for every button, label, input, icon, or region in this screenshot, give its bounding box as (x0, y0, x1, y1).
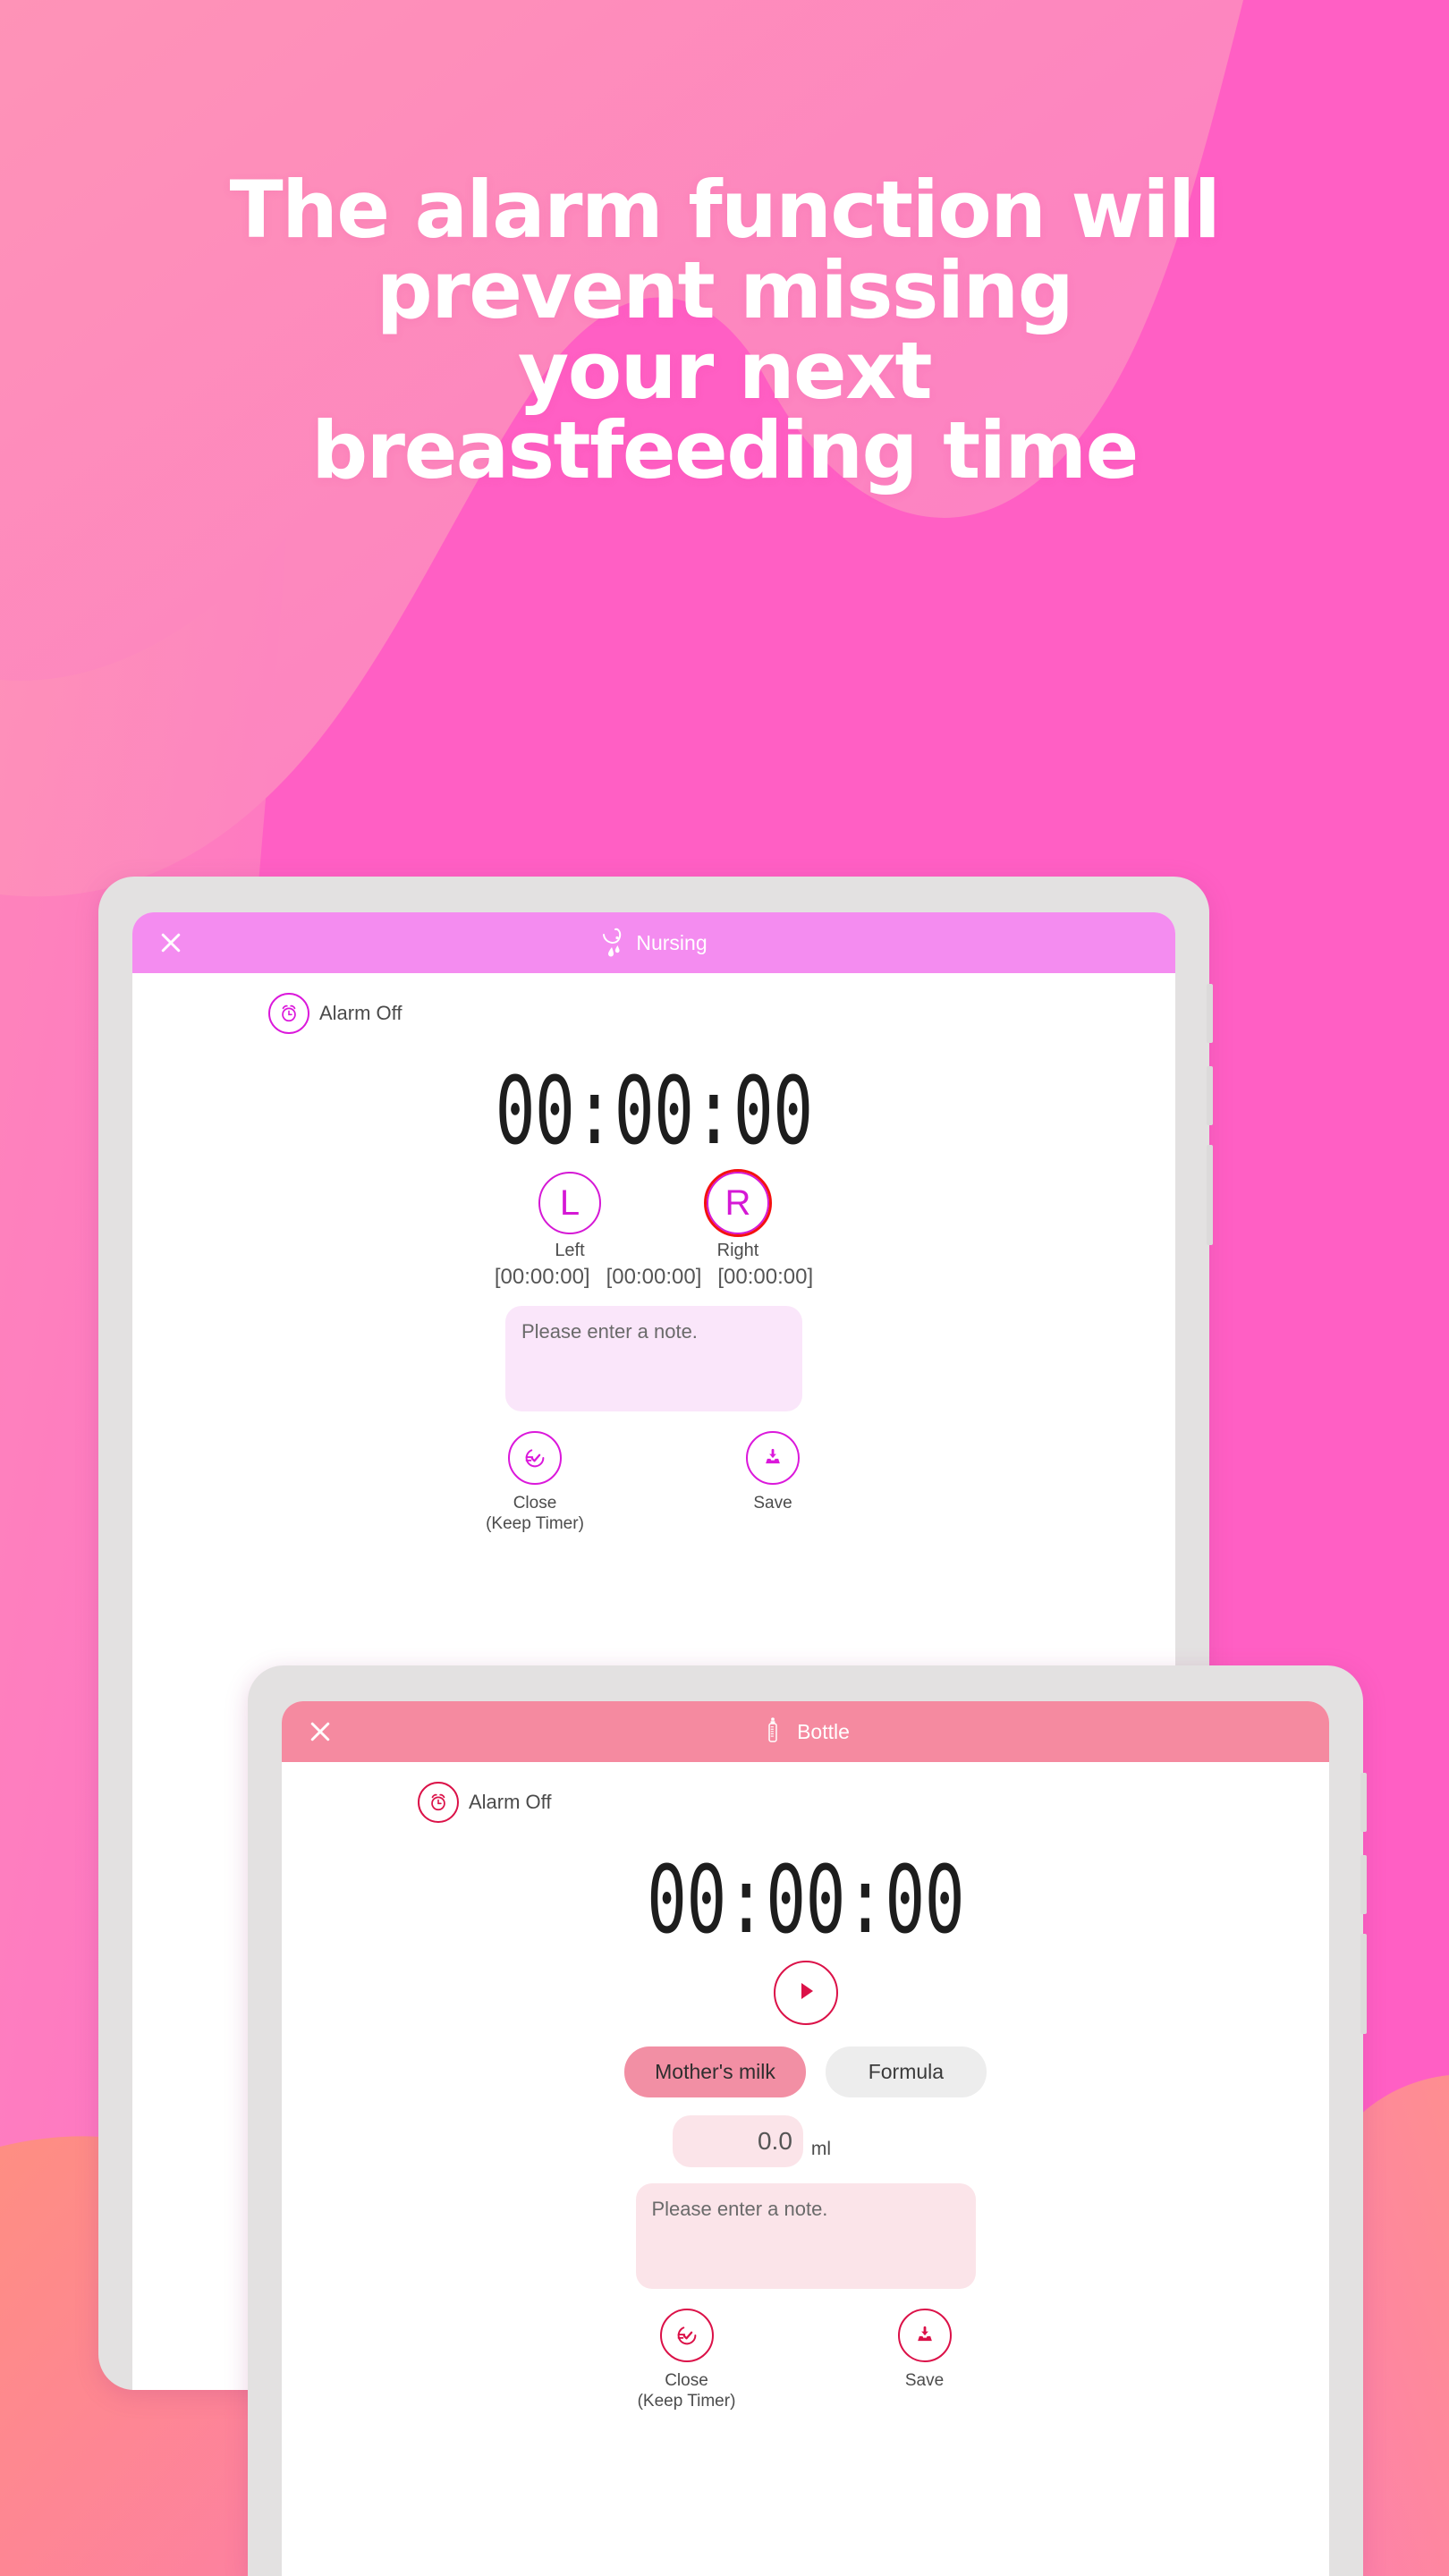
bottle-save-caption: Save (858, 2370, 992, 2391)
nursing-actions: Close (Keep Timer) Save (132, 1431, 1175, 1534)
play-icon (794, 1979, 818, 2007)
left-caption: Left (555, 1241, 585, 1260)
play-button[interactable] (773, 1961, 838, 2025)
nursing-alarm-toggle[interactable]: Alarm Off (268, 993, 1175, 1034)
nursing-title-group: Nursing (600, 926, 708, 960)
alarm-clock-icon (268, 993, 309, 1034)
nursing-topbar: Nursing (132, 912, 1175, 973)
bottle-body: Alarm Off 00:00:00 Mother's milk Formula (282, 1762, 1329, 2411)
left-time: [00:00:00] (494, 1265, 590, 1289)
save-tray-icon (897, 2309, 952, 2362)
bottle-play-wrap (282, 1961, 1329, 2025)
breast-milk-icon (600, 926, 627, 960)
bottle-actions: Close (Keep Timer) Save (282, 2309, 1329, 2411)
nursing-side-times: [00:00:00] [00:00:00] [00:00:00] (132, 1265, 1175, 1290)
bottle-screen: Bottle Alarm Off 00:00:00 Mother's milk … (282, 1701, 1329, 2576)
bottle-topbar: Bottle (282, 1701, 1329, 1762)
device1-volume-up-button[interactable] (1207, 984, 1213, 1043)
alarm-clock-icon (418, 1782, 459, 1823)
headline-line-4: breastfeeding time (311, 404, 1139, 497)
bottle-close-line1: Close (665, 2371, 708, 2390)
left-breast-button[interactable]: L (538, 1172, 601, 1234)
bottle-note-input[interactable]: Please enter a note. (635, 2183, 976, 2289)
device2-volume-up-button[interactable] (1360, 1773, 1367, 1832)
baby-bottle-icon (761, 1715, 788, 1749)
right-time: [00:00:00] (717, 1265, 814, 1289)
close-icon[interactable] (156, 928, 186, 958)
bottle-timer-wrap: 00:00:00 (282, 1853, 1329, 1946)
nursing-close-line1: Close (513, 1494, 557, 1513)
nursing-side-buttons: L Left R Right (132, 1169, 1175, 1261)
nursing-timer-wrap: 00:00:00 (132, 1064, 1175, 1157)
nursing-close-caption: Close (Keep Timer) (468, 1493, 602, 1534)
bottle-save-button[interactable]: Save (858, 2309, 992, 2411)
bottle-alarm-toggle[interactable]: Alarm Off (418, 1782, 1329, 1823)
bottle-amount-row: 0.0 ml (282, 2115, 1329, 2167)
headline-line-2: prevent missing (376, 243, 1074, 336)
clock-check-icon (508, 1431, 562, 1485)
bottle-close-caption: Close (Keep Timer) (620, 2370, 754, 2411)
nursing-note-input[interactable]: Please enter a note. (505, 1306, 802, 1411)
nursing-alarm-label: Alarm Off (319, 1002, 402, 1024)
nursing-save-line1: Save (753, 1494, 792, 1513)
right-caption: Right (716, 1241, 759, 1260)
close-icon[interactable] (305, 1716, 335, 1747)
nursing-side-right[interactable]: R Right (704, 1169, 772, 1261)
bottle-title-group: Bottle (761, 1715, 850, 1749)
bottle-close-line2: (Keep Timer) (637, 2392, 736, 2411)
amount-unit: ml (810, 2139, 832, 2159)
nursing-close-button[interactable]: Close (Keep Timer) (468, 1431, 602, 1534)
nursing-close-line2: (Keep Timer) (486, 1514, 584, 1534)
amount-input[interactable]: 0.0 (672, 2115, 803, 2167)
device-frame-bottle: Bottle Alarm Off 00:00:00 Mother's milk … (248, 1665, 1367, 2576)
device1-power-button[interactable] (1207, 1145, 1213, 1245)
nursing-timer: 00:00:00 (495, 1056, 814, 1165)
bottle-close-button[interactable]: Close (Keep Timer) (620, 2309, 754, 2411)
bottle-timer: 00:00:00 (647, 1845, 965, 1954)
bottle-alarm-label: Alarm Off (469, 1791, 552, 1813)
nursing-save-caption: Save (706, 1493, 840, 1513)
device2-volume-down-button[interactable] (1360, 1855, 1367, 1914)
headline-line-1: The alarm function will (229, 164, 1221, 256)
device2-power-button[interactable] (1360, 1934, 1367, 2034)
clock-check-icon (659, 2309, 714, 2362)
total-time: [00:00:00] (606, 1265, 702, 1289)
headline-line-3: your next (517, 324, 933, 417)
bottle-title-text: Bottle (797, 1719, 850, 1743)
nursing-save-button[interactable]: Save (706, 1431, 840, 1534)
milk-type-formula[interactable]: Formula (825, 2046, 987, 2097)
nursing-body: Alarm Off 00:00:00 L Left R Right [00:00… (132, 973, 1175, 1534)
bottle-milk-type-group: Mother's milk Formula (282, 2046, 1329, 2097)
milk-type-mothers-milk[interactable]: Mother's milk (624, 2046, 806, 2097)
save-tray-icon (746, 1431, 800, 1485)
headline: The alarm function will prevent missing … (0, 170, 1449, 491)
bottle-save-line1: Save (904, 2371, 945, 2390)
nursing-side-left[interactable]: L Left (538, 1172, 601, 1261)
right-breast-button[interactable]: R (704, 1169, 772, 1237)
nursing-title-text: Nursing (636, 930, 708, 954)
device1-volume-down-button[interactable] (1207, 1066, 1213, 1125)
